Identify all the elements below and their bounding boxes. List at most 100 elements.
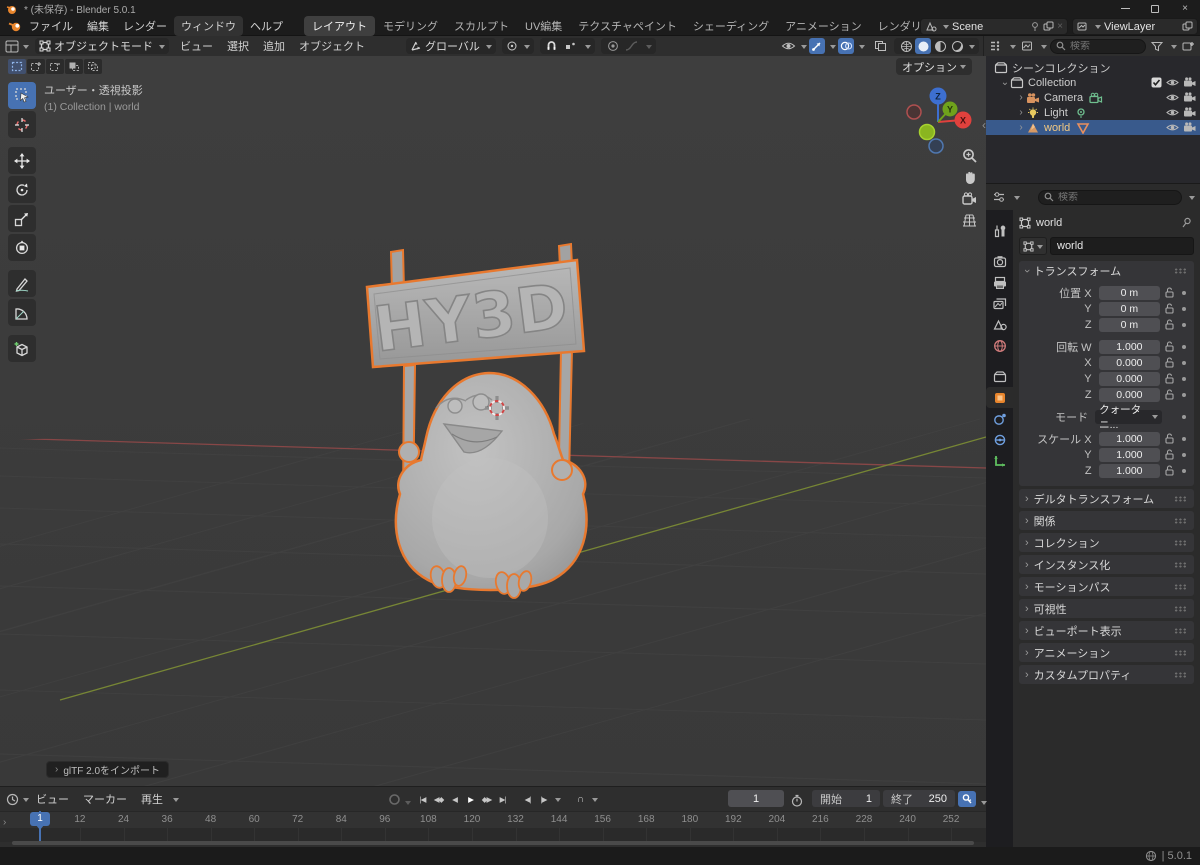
menu-0[interactable]: ファイル — [22, 16, 80, 36]
frame-start-field[interactable]: 開始1 — [812, 790, 880, 807]
workspace-tab-4[interactable]: テクスチャペイント — [570, 16, 685, 36]
animate-dot-icon[interactable] — [1178, 361, 1190, 365]
lock-icon[interactable] — [1160, 287, 1178, 298]
workspace-tab-2[interactable]: スカルプト — [446, 16, 517, 36]
timeline[interactable]: ビューマーカー再生 |◀◀◆◀▶◆▶▶|◀||▶∩ 1 開始1 終了250 12… — [0, 786, 986, 847]
select-mode-set-new-icon[interactable] — [8, 59, 26, 74]
outliner-row-Collection[interactable]: ⌄ Collection — [986, 75, 1200, 90]
properties-tab-tool[interactable] — [986, 220, 1013, 241]
lock-icon[interactable] — [1160, 341, 1178, 352]
animate-dot-icon[interactable] — [1179, 415, 1190, 419]
transform-panel-header[interactable]: › トランスフォーム — [1019, 261, 1194, 280]
panel-7[interactable]: ›アニメーション — [1019, 643, 1194, 662]
frame-back-button[interactable]: ◀| — [520, 791, 535, 808]
tool-cursor-icon[interactable] — [8, 111, 36, 138]
animate-dot-icon[interactable] — [1178, 323, 1190, 327]
viewport-menu-0[interactable]: ビュー — [173, 36, 220, 56]
panel-grip[interactable] — [1174, 650, 1187, 656]
panel-4[interactable]: ›モーションパス — [1019, 577, 1194, 596]
pin-icon[interactable] — [1030, 21, 1040, 32]
camera-toggle-icon[interactable] — [1183, 107, 1196, 118]
outliner-row-Light[interactable]: › Light — [986, 105, 1200, 120]
panel-3[interactable]: ›インスタンス化 — [1019, 555, 1194, 574]
shading-wireframe-icon[interactable] — [898, 38, 914, 54]
viewport-menu-2[interactable]: 追加 — [256, 36, 292, 56]
panel-grip[interactable] — [1174, 628, 1187, 634]
next-keyframe-button[interactable]: ◆▶ — [479, 791, 494, 808]
maximize-button[interactable] — [1140, 0, 1170, 17]
options-button[interactable]: オプション — [896, 58, 972, 75]
properties-tab-output[interactable] — [986, 272, 1013, 293]
properties-tab-constraints[interactable] — [986, 429, 1013, 450]
outliner-search-input[interactable] — [1070, 41, 1140, 52]
timeline-editor-icon[interactable] — [4, 791, 20, 807]
animate-dot-icon[interactable] — [1178, 291, 1190, 295]
timeline-scrollbar[interactable] — [12, 841, 974, 845]
properties-tab-render[interactable] — [986, 251, 1013, 272]
panel-grip[interactable] — [1174, 496, 1187, 502]
timeline-track[interactable] — [0, 828, 986, 842]
play-reverse-button[interactable]: ◀ — [447, 791, 462, 808]
orientation-selector[interactable]: グローバル — [406, 38, 496, 54]
tool-rotate-icon[interactable] — [8, 176, 36, 203]
rotation-mode-dropdown[interactable]: クォータニ... — [1095, 410, 1162, 424]
keying-set-icon[interactable] — [958, 791, 976, 807]
play-button[interactable]: ▶ — [463, 791, 478, 808]
shading-rendered-icon[interactable] — [949, 38, 965, 54]
value-field[interactable]: 0.000 — [1099, 356, 1161, 370]
value-field[interactable]: 1.000 — [1099, 340, 1161, 354]
editor-type-icon[interactable] — [4, 38, 20, 54]
pivot-selector[interactable] — [502, 38, 534, 54]
camera-toggle-icon[interactable] — [1183, 77, 1196, 88]
value-field[interactable]: 0 m — [1099, 302, 1161, 316]
checkbox-icon[interactable] — [1151, 77, 1162, 88]
falloff-curve-icon[interactable] — [624, 38, 640, 54]
tool-measure-icon[interactable] — [8, 299, 36, 326]
toggle-ortho-icon[interactable] — [962, 213, 977, 228]
lock-icon[interactable] — [1160, 465, 1178, 476]
expander-icon[interactable]: › — [1016, 107, 1026, 118]
frame-end-field[interactable]: 終了250 — [883, 790, 955, 807]
current-frame-field[interactable]: 1 — [728, 790, 784, 807]
snap-target-icon[interactable] — [563, 38, 579, 54]
frame-forward-button[interactable]: |▶ — [536, 791, 551, 808]
viewlayer-selector[interactable]: ViewLayer — [1072, 18, 1198, 35]
animate-dot-icon[interactable] — [1178, 345, 1190, 349]
animate-dot-icon[interactable] — [1178, 469, 1190, 473]
tool-add-cube-icon[interactable] — [8, 335, 36, 362]
object-type-dropdown[interactable] — [1019, 237, 1047, 255]
timeline-expand-icon[interactable]: › — [3, 817, 6, 828]
panel-8[interactable]: ›カスタムプロパティ — [1019, 665, 1194, 684]
lock-icon[interactable] — [1160, 357, 1178, 368]
properties-search-input[interactable] — [1058, 192, 1128, 203]
properties-tab-world[interactable] — [986, 335, 1013, 356]
xray-icon[interactable] — [872, 38, 888, 54]
panel-grip[interactable] — [1174, 562, 1187, 568]
animate-dot-icon[interactable] — [1178, 453, 1190, 457]
properties-tab-collection[interactable] — [986, 366, 1013, 387]
menu-4[interactable]: ヘルプ — [243, 16, 290, 36]
visibility-eye-icon[interactable] — [780, 38, 796, 54]
animate-dot-icon[interactable] — [1178, 377, 1190, 381]
snap-group[interactable] — [540, 38, 595, 54]
animate-dot-icon[interactable] — [1178, 393, 1190, 397]
eye-toggle-icon[interactable] — [1166, 122, 1179, 133]
panel-grip[interactable] — [1174, 268, 1187, 274]
overlays-icon[interactable] — [838, 38, 854, 54]
shading-material-icon[interactable] — [932, 38, 948, 54]
jump-start-button[interactable]: |◀ — [415, 791, 430, 808]
panel-2[interactable]: ›コレクション — [1019, 533, 1194, 552]
panel-6[interactable]: ›ビューポート表示 — [1019, 621, 1194, 640]
outliner-row-Camera[interactable]: › Camera — [986, 90, 1200, 105]
scene-selector[interactable]: Scene × — [920, 18, 1068, 35]
eye-toggle-icon[interactable] — [1166, 92, 1179, 103]
workspace-tab-0[interactable]: レイアウト — [304, 16, 375, 36]
operator-panel[interactable]: ›glTF 2.0をインポート — [46, 761, 169, 778]
tool-move-icon[interactable] — [8, 147, 36, 174]
properties-tab-scene[interactable] — [986, 314, 1013, 335]
eye-toggle-icon[interactable] — [1166, 77, 1179, 88]
timeline-menu-1[interactable]: マーカー — [76, 789, 134, 809]
object-name-field[interactable]: world — [1050, 237, 1194, 255]
expander-icon[interactable]: › — [1016, 92, 1026, 103]
value-field[interactable]: 0.000 — [1099, 388, 1161, 402]
